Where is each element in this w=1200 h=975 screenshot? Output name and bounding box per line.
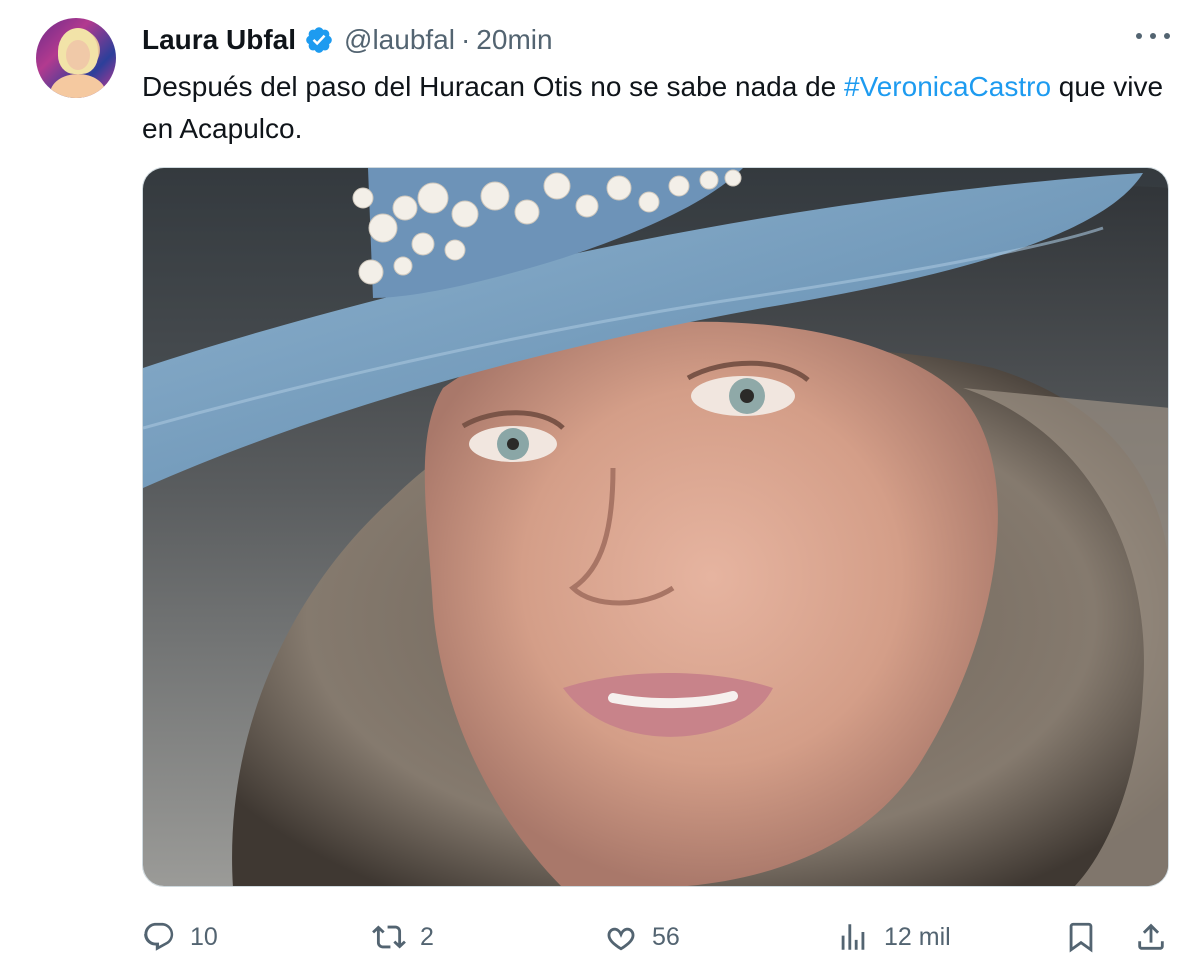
tweet-text-before: Después del paso del Huracan Otis no se … [142,71,845,102]
reply-icon [144,922,174,951]
avatar[interactable] [36,18,116,98]
tweet-actions: 10 2 56 12 mil [142,912,1172,962]
retweet-button[interactable]: 2 [372,912,434,962]
retweet-count: 2 [420,922,434,951]
hashtag-link[interactable]: #VeronicaCastro [844,71,1051,102]
analytics-icon [841,924,865,950]
tweet-text: Después del paso del Huracan Otis no se … [142,66,1172,150]
verified-badge-icon [304,25,334,55]
author-name[interactable]: Laura Ubfal [142,24,296,56]
tweet-card: Laura Ubfal @laubfal · 20min Después del… [0,0,1200,975]
like-button[interactable]: 56 [604,912,680,962]
author-handle[interactable]: @laubfal [344,24,455,56]
reply-button[interactable]: 10 [142,912,218,962]
reply-count: 10 [190,922,218,951]
views-count: 12 mil [884,922,951,951]
bookmark-icon [1069,922,1093,953]
timestamp[interactable]: 20min [476,24,552,56]
tweet-header: Laura Ubfal @laubfal · 20min [142,22,553,58]
retweet-icon [372,925,406,949]
views-button[interactable]: 12 mil [836,912,951,962]
separator: · [460,24,471,55]
tweet-photo[interactable] [142,167,1169,887]
like-count: 56 [652,922,680,951]
share-icon [1138,923,1164,950]
more-icon[interactable] [1136,26,1170,46]
heart-icon [607,927,635,951]
share-button[interactable] [1134,912,1168,962]
bookmark-button[interactable] [1064,912,1098,962]
